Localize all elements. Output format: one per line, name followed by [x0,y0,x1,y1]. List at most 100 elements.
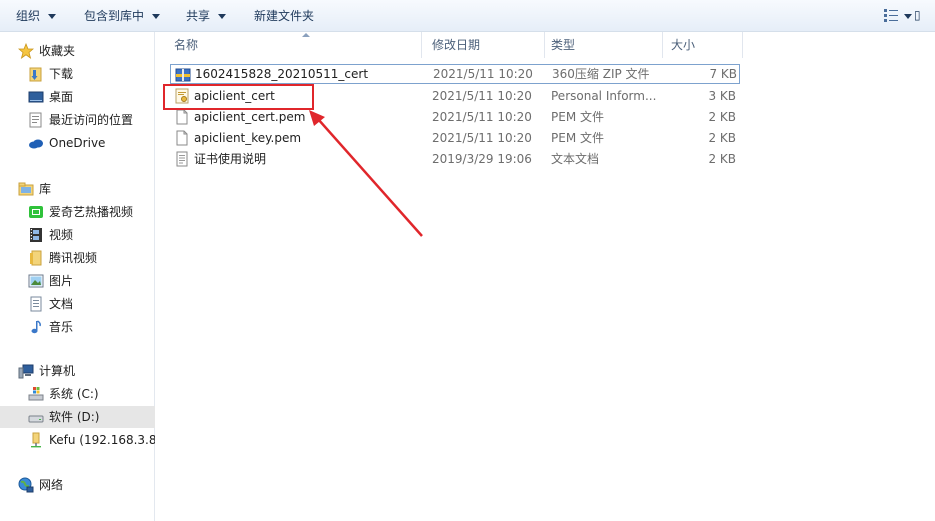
column-header-date[interactable]: 修改日期 [424,32,545,58]
file-date: 2021/5/11 10:20 [433,67,533,81]
nav-music-label: 音乐 [49,320,74,334]
download-folder-icon [29,67,42,82]
network-globe-icon [18,477,34,493]
nav-network-drive-kefu-label: Kefu (192.168.3.8 ( [49,433,155,447]
computer-icon [18,364,34,379]
network-drive-icon [31,432,41,448]
film-icon [30,228,42,242]
hard-drive-icon [28,415,44,423]
nav-desktop-label: 桌面 [49,90,74,104]
nav-onedrive[interactable]: OneDrive [0,132,155,154]
file-name: apiclient_key.pem [194,131,302,145]
file-date: 2021/5/11 10:20 [432,89,532,103]
nav-favorites[interactable]: 收藏夹 [0,40,155,62]
nav-drive-d[interactable]: 软件 (D:) [0,406,155,428]
nav-libraries[interactable]: 库 [0,178,155,200]
view-dropdown-icon[interactable] [904,14,912,19]
file-size: 2 KB [708,131,736,145]
cloud-icon [29,139,43,149]
nav-documents[interactable]: 文档 [0,293,155,315]
nav-downloads[interactable]: 下载 [0,63,155,85]
nav-libraries-label: 库 [39,182,52,196]
nav-recent-places-label: 最近访问的位置 [49,113,134,127]
blank-file-icon [176,109,188,125]
library-icon [18,182,34,196]
file-row[interactable]: 证书使用说明 2019/3/29 19:06 文本文档 2 KB [170,149,740,169]
include-library-label: 包含到库中 [84,9,145,23]
system-drive-icon [28,387,44,401]
chevron-down-icon [48,14,57,19]
file-date: 2021/5/11 10:20 [432,131,532,145]
nav-pictures[interactable]: 图片 [0,270,155,292]
column-date-label: 修改日期 [432,38,481,52]
command-bar: 组织 包含到库中 共享 新建文件夹 ▯ [0,0,935,32]
file-type: PEM 文件 [551,110,604,124]
sort-ascending-icon [302,33,310,37]
nav-iqiyi-videos-label: 爱奇艺热播视频 [49,205,134,219]
recent-places-icon [29,112,42,128]
file-type: 文本文档 [551,152,600,166]
nav-onedrive-label: OneDrive [49,136,106,150]
file-type: PEM 文件 [551,131,604,145]
file-row[interactable]: apiclient_cert.pem 2021/5/11 10:20 PEM 文… [170,107,740,127]
nav-computer[interactable]: 计算机 [0,360,155,382]
nav-desktop[interactable]: 桌面 [0,86,155,108]
column-header-size[interactable]: 大小 [663,32,743,58]
file-size: 3 KB [708,89,736,103]
picture-icon [28,274,44,288]
share-label: 共享 [186,9,211,23]
help-icon[interactable]: ▯ [914,8,921,22]
file-name: apiclient_cert.pem [194,110,306,124]
organize-button[interactable]: 组织 [16,0,57,32]
column-type-label: 类型 [551,38,576,52]
nav-network[interactable]: 网络 [0,474,155,496]
desktop-icon [28,91,44,103]
nav-network-label: 网络 [39,478,64,492]
nav-computer-label: 计算机 [39,364,76,378]
nav-iqiyi-videos[interactable]: 爱奇艺热播视频 [0,201,155,223]
file-size: 2 KB [708,110,736,124]
folder-icon [30,250,42,266]
organize-label: 组织 [16,9,41,23]
iqiyi-icon [29,206,43,218]
file-date: 2019/3/29 19:06 [432,152,532,166]
view-options-icon[interactable] [884,9,898,22]
chevron-down-icon [218,14,227,19]
column-header-name[interactable]: 名称 [166,32,422,58]
nav-drive-c-label: 系统 (C:) [49,387,99,401]
column-header-type[interactable]: 类型 [543,32,663,58]
nav-recent-places[interactable]: 最近访问的位置 [0,109,155,131]
nav-videos-label: 视频 [49,228,74,242]
file-name: 1602415828_20210511_cert [195,67,369,81]
nav-videos[interactable]: 视频 [0,224,155,246]
nav-music[interactable]: 音乐 [0,316,155,338]
text-document-icon [176,151,188,167]
nav-tencent-videos[interactable]: 腾讯视频 [0,247,155,269]
blank-file-icon [176,130,188,146]
nav-documents-label: 文档 [49,297,74,311]
nav-network-drive-kefu[interactable]: Kefu (192.168.3.8 ( [0,429,155,451]
file-type: 360压缩 ZIP 文件 [552,67,650,81]
nav-drive-d-label: 软件 (D:) [49,410,100,424]
file-size: 2 KB [708,152,736,166]
chevron-down-icon [152,14,161,19]
star-icon [18,43,34,59]
share-button[interactable]: 共享 [186,0,227,32]
file-size: 7 KB [709,67,737,81]
column-name-label: 名称 [174,38,199,52]
nav-drive-c[interactable]: 系统 (C:) [0,383,155,405]
file-type: Personal Inform... [551,89,657,103]
music-note-icon [31,320,41,334]
file-row[interactable]: apiclient_key.pem 2021/5/11 10:20 PEM 文件… [170,128,740,148]
include-library-button[interactable]: 包含到库中 [84,0,161,32]
file-row[interactable]: 1602415828_20210511_cert 2021/5/11 10:20… [170,64,740,84]
zip-archive-icon [175,68,191,82]
nav-downloads-label: 下载 [49,67,74,81]
column-size-label: 大小 [671,38,696,52]
nav-pictures-label: 图片 [49,274,74,288]
annotation-highlight-box [163,84,314,110]
new-folder-button[interactable]: 新建文件夹 [254,0,314,32]
nav-favorites-label: 收藏夹 [39,44,76,58]
navigation-pane: 收藏夹 下载 桌面 最近访问的位置 OneDrive 库 爱奇艺热播视频 视频 … [0,32,155,521]
new-folder-label: 新建文件夹 [254,9,315,23]
